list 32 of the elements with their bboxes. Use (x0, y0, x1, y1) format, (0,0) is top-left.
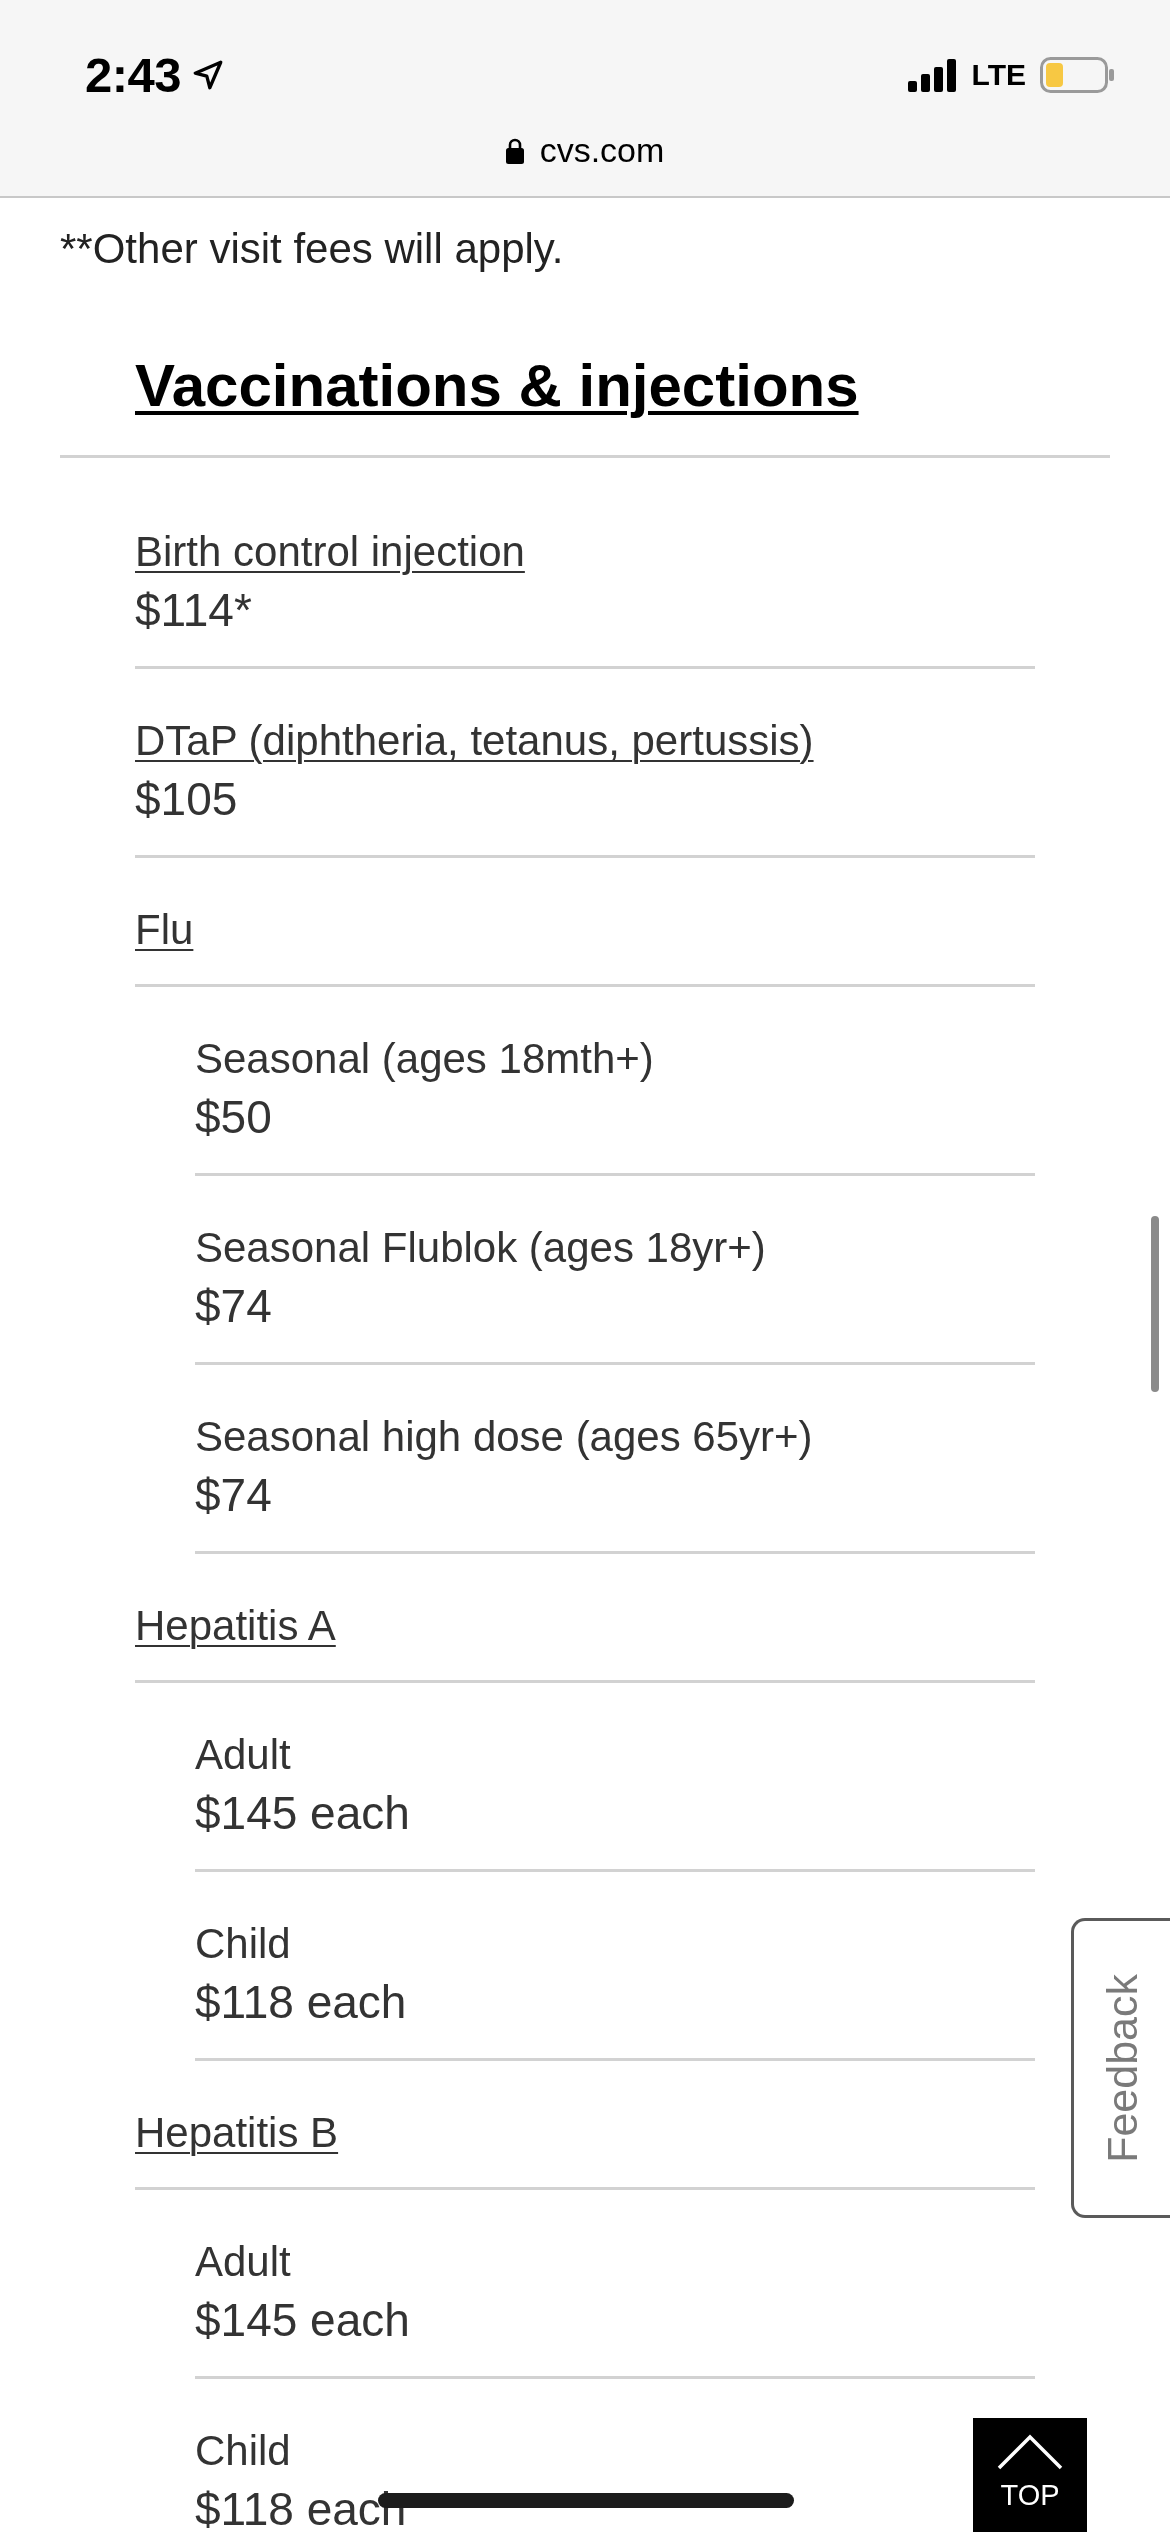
service-name: Seasonal (ages 18mth+) (195, 1034, 654, 1084)
location-arrow-icon (193, 60, 224, 90)
price-text: $114* (135, 583, 252, 638)
footnote-text: **Other visit fees will apply. (60, 224, 564, 274)
price-text: $118 each (195, 1975, 407, 2030)
service-name: Child (195, 2426, 291, 2476)
service-name: Seasonal Flublok (ages 18yr+) (195, 1223, 766, 1273)
service-name: Adult (195, 1730, 291, 1780)
signal-bars-icon (907, 58, 958, 92)
lock-icon (505, 136, 524, 164)
service-name: Child (195, 1919, 291, 1969)
price-text: $145 each (195, 1786, 410, 1841)
price-text: $145 each (195, 2293, 410, 2348)
chevron-up-icon (997, 2434, 1063, 2470)
service-link[interactable]: Flu (135, 901, 194, 958)
service-link[interactable]: DTaP (diphtheria, tetanus, pertussis) (135, 712, 814, 769)
price-text: $74 (195, 1279, 272, 1334)
service-name: Adult (195, 2237, 291, 2287)
service-link[interactable]: Hepatitis B (135, 2104, 339, 2161)
price-text: $50 (195, 1090, 272, 1145)
network-type: LTE (971, 57, 1026, 93)
service-link[interactable]: Birth control injection (135, 523, 525, 580)
service-link[interactable]: Hepatitis A (135, 1597, 336, 1654)
status-time: 2:43 (85, 49, 182, 101)
back-to-top-button[interactable]: TOP (973, 2418, 1087, 2532)
battery-icon (1040, 57, 1116, 93)
section-heading[interactable]: Vaccinations & injections (135, 353, 859, 419)
service-name: Seasonal high dose (ages 65yr+) (195, 1412, 813, 1462)
price-text: $74 (195, 1468, 272, 1523)
address-url[interactable]: cvs.com (539, 129, 665, 171)
feedback-tab[interactable]: Feedback (1071, 1918, 1170, 2218)
price-text: $105 (135, 772, 238, 827)
